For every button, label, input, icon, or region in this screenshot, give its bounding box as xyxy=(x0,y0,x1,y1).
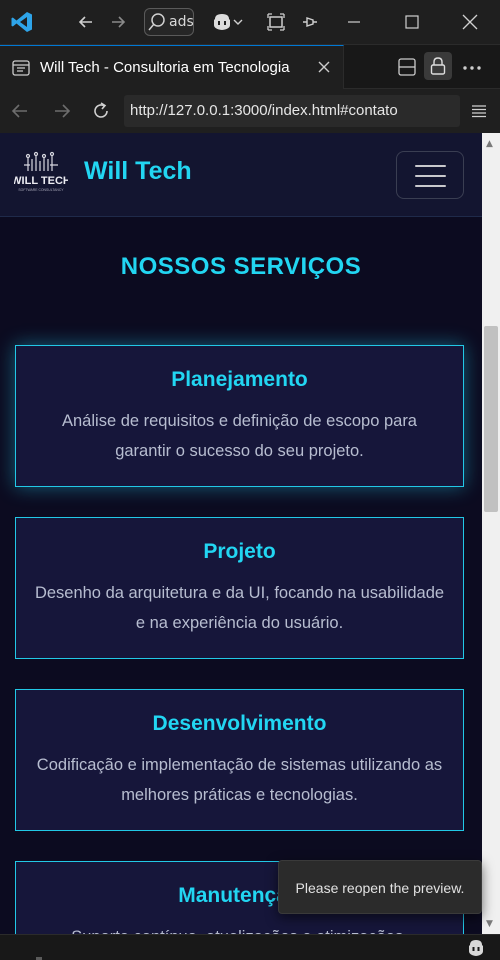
nav-back-icon[interactable] xyxy=(10,101,30,121)
tab-preview[interactable]: Will Tech - Consultoria em Tecnologia xyxy=(0,45,344,89)
search-text: ads: xyxy=(169,14,194,30)
search-icon xyxy=(148,13,165,31)
browser-nav-bar: http://127.0.0.1:3000/index.html#contato xyxy=(0,89,500,133)
url-input[interactable]: http://127.0.0.1:3000/index.html#contato xyxy=(124,95,460,127)
scroll-up-icon[interactable]: ▲ xyxy=(486,139,493,149)
minimize-icon[interactable] xyxy=(342,8,366,36)
more-actions-icon[interactable] xyxy=(462,65,482,71)
site-header: WILL TECH SOFTWARE CONSULTANCY Will Tech xyxy=(0,133,482,217)
layout-icon[interactable] xyxy=(264,8,288,36)
scrollbar-thumb[interactable] xyxy=(484,326,498,512)
vscode-logo-icon xyxy=(11,12,32,32)
back-icon[interactable] xyxy=(74,8,98,36)
vertical-scrollbar[interactable]: ▲ ▼ xyxy=(482,133,500,934)
browser-page-icon xyxy=(12,60,30,76)
status-bar xyxy=(0,934,500,960)
service-title: Desenvolvimento xyxy=(152,712,327,735)
maximize-icon[interactable] xyxy=(400,8,424,36)
service-description: Codificação e implementação de sistemas … xyxy=(36,756,443,804)
hamburger-line xyxy=(415,165,446,167)
scroll-down-icon[interactable]: ▼ xyxy=(486,919,493,929)
brand-logo-text: WILL TECH xyxy=(14,175,68,187)
close-icon[interactable] xyxy=(458,8,482,36)
service-card-desenvolvimento: Desenvolvimento Codificação e implementa… xyxy=(15,689,464,831)
nav-forward-icon[interactable] xyxy=(52,101,72,121)
service-card-projeto: Projeto Desenho da arquitetura e da UI, … xyxy=(15,517,464,659)
brand-name[interactable]: Will Tech xyxy=(84,157,192,186)
section-title: NOSSOS SERVIÇOS xyxy=(120,253,362,280)
service-card-planejamento: Planejamento Análise de requisitos e def… xyxy=(15,345,464,487)
service-description: Desenho da arquitetura e da UI, focando … xyxy=(34,584,445,632)
hamburger-line xyxy=(415,175,446,177)
tab-bar: Will Tech - Consultoria em Tecnologia xyxy=(0,44,500,89)
copilot-status-icon[interactable] xyxy=(466,939,486,957)
copilot-icon xyxy=(214,14,230,30)
title-bar: ads: xyxy=(0,0,500,44)
brand-logo-subtext: SOFTWARE CONSULTANCY xyxy=(18,188,64,192)
web-preview: WILL TECH SOFTWARE CONSULTANCY Will Tech… xyxy=(0,133,482,934)
lock-button[interactable] xyxy=(424,52,452,80)
lock-icon xyxy=(430,57,446,75)
command-center-search[interactable]: ads: xyxy=(144,8,194,36)
service-description: Suporte contínuo, atualizações e otimiza… xyxy=(32,922,447,934)
hamburger-menu-button[interactable] xyxy=(396,151,464,199)
service-title: Projeto xyxy=(203,540,276,563)
reopen-preview-toast[interactable]: Please reopen the preview. xyxy=(278,860,482,914)
copilot-menu-button[interactable] xyxy=(207,8,247,36)
split-editor-icon[interactable] xyxy=(398,58,416,76)
service-description: Análise de requisitos e definição de esc… xyxy=(62,412,417,460)
hamburger-line xyxy=(415,185,446,187)
reload-icon[interactable] xyxy=(91,101,111,121)
tab-close-icon[interactable] xyxy=(316,59,332,75)
chevron-down-icon xyxy=(233,19,243,25)
menu-icon[interactable] xyxy=(471,104,487,118)
pin-icon[interactable] xyxy=(298,8,322,36)
brand-logo[interactable]: WILL TECH SOFTWARE CONSULTANCY xyxy=(14,151,68,199)
tab-title: Will Tech - Consultoria em Tecnologia xyxy=(40,59,290,76)
service-title: Planejamento xyxy=(171,368,308,391)
forward-icon[interactable] xyxy=(106,8,130,36)
